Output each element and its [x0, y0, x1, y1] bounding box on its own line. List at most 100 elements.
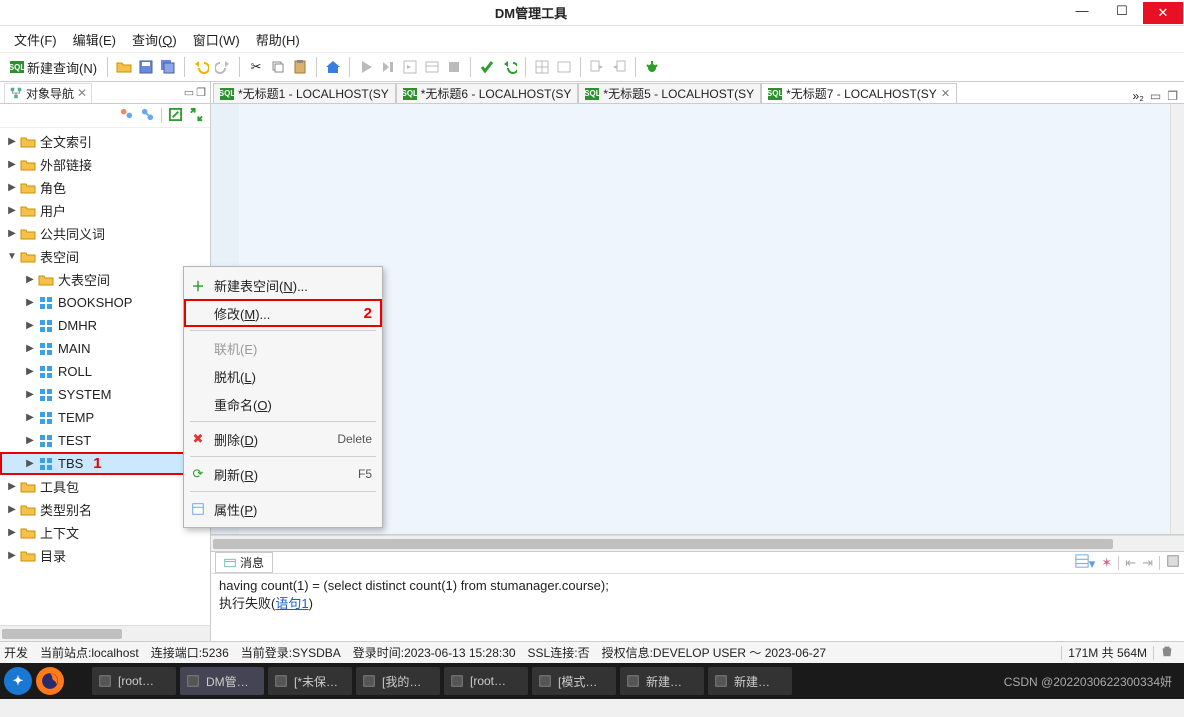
new-query-button[interactable]: SQL 新建查询(N) — [6, 58, 101, 77]
maximize-button[interactable]: ☐ — [1103, 2, 1141, 20]
twisty-icon[interactable]: ▶ — [24, 297, 36, 308]
message-tab[interactable]: 消息 — [215, 552, 273, 573]
taskbar-item[interactable]: 新建… — [708, 667, 792, 695]
close-icon[interactable]: ✕ — [941, 87, 950, 100]
msg-clear-icon[interactable]: ✶ — [1101, 555, 1112, 571]
min-editor-icon[interactable]: ▭ — [1150, 89, 1161, 103]
tree-item[interactable]: ▶MAIN — [0, 337, 210, 360]
twisty-icon[interactable]: ▶ — [24, 435, 36, 446]
tree-item[interactable]: ▶TBS1 — [0, 452, 210, 475]
restore-panel-icon[interactable]: ❐ — [196, 86, 206, 99]
commit-icon[interactable] — [477, 56, 497, 78]
close-button[interactable]: ✕ — [1143, 2, 1183, 24]
run-step-icon[interactable] — [378, 56, 398, 78]
twisty-icon[interactable]: ▶ — [24, 412, 36, 423]
twisty-icon[interactable]: ▶ — [6, 228, 18, 239]
editor-tab[interactable]: SQL*无标题6 - LOCALHOST(SY — [396, 83, 579, 103]
tree-item[interactable]: ▶上下文 — [0, 521, 210, 544]
tree-item[interactable]: ▶大表空间 — [0, 268, 210, 291]
export-icon[interactable] — [587, 56, 607, 78]
stop-icon[interactable] — [444, 56, 464, 78]
nav-tab[interactable]: 对象导航 ✕ — [4, 83, 92, 103]
tree-item[interactable]: ▶TEST — [0, 429, 210, 452]
ctx-properties[interactable]: 属性(P) — [184, 495, 382, 523]
twisty-icon[interactable]: ▶ — [24, 389, 36, 400]
tree-item[interactable]: ▶DMHR — [0, 314, 210, 337]
firefox-icon[interactable] — [36, 667, 64, 695]
tree-item[interactable]: ▶类型别名 — [0, 498, 210, 521]
editor-tab[interactable]: SQL*无标题5 - LOCALHOST(SY — [578, 83, 761, 103]
object-tree[interactable]: ▶全文索引▶外部链接▶角色▶用户▶公共同义词▼表空间▶大表空间▶BOOKSHOP… — [0, 128, 210, 625]
tree-item[interactable]: ▶全文索引 — [0, 130, 210, 153]
twisty-icon[interactable]: ▶ — [24, 320, 36, 331]
copy-icon[interactable] — [268, 56, 288, 78]
cut-icon[interactable]: ✂ — [246, 56, 266, 78]
twisty-icon[interactable]: ▼ — [6, 251, 18, 262]
tree-item[interactable]: ▶TEMP — [0, 406, 210, 429]
minimize-panel-icon[interactable]: ▭ — [184, 86, 194, 99]
ctx-modify[interactable]: 修改(M)... 2 — [184, 299, 382, 327]
message-body[interactable]: having count(1) = (select distinct count… — [211, 574, 1184, 641]
undo-icon[interactable] — [191, 56, 211, 78]
tree-item[interactable]: ▶角色 — [0, 176, 210, 199]
run-icon[interactable] — [356, 56, 376, 78]
msg-save-icon[interactable] — [1166, 554, 1180, 571]
tree-item[interactable]: ▶目录 — [0, 544, 210, 567]
save-icon[interactable] — [136, 56, 156, 78]
import-icon[interactable] — [609, 56, 629, 78]
taskbar-item[interactable]: [我的… — [356, 667, 440, 695]
taskbar-item[interactable]: DM管… — [180, 667, 264, 695]
ctx-offline[interactable]: 脱机(L) — [184, 362, 382, 390]
max-editor-icon[interactable]: ❐ — [1167, 89, 1178, 103]
ctx-new-tablespace[interactable]: ＋ 新建表空间(N)... — [184, 271, 382, 299]
twisty-icon[interactable]: ▶ — [6, 182, 18, 193]
redo-icon[interactable] — [213, 56, 233, 78]
taskbar-item[interactable]: [模式… — [532, 667, 616, 695]
open-icon[interactable] — [114, 56, 134, 78]
tree-item[interactable]: ▶公共同义词 — [0, 222, 210, 245]
editor-vscroll[interactable] — [1170, 104, 1184, 534]
tree-item[interactable]: ▶SYSTEM — [0, 383, 210, 406]
more-tabs-icon[interactable]: »₂ — [1133, 89, 1144, 103]
menu-edit[interactable]: 编辑(E) — [67, 28, 122, 51]
edit-icon[interactable] — [168, 107, 183, 125]
start-button[interactable]: ✦ — [4, 667, 32, 695]
grid-icon[interactable] — [532, 56, 552, 78]
tree-item[interactable]: ▶工具包 — [0, 475, 210, 498]
ctx-refresh[interactable]: ⟳ 刷新(R) F5 — [184, 460, 382, 488]
twisty-icon[interactable]: ▶ — [24, 274, 36, 285]
save-all-icon[interactable] — [158, 56, 178, 78]
tree-item[interactable]: ▶BOOKSHOP — [0, 291, 210, 314]
menu-window[interactable]: 窗口(W) — [187, 28, 246, 51]
debug-icon[interactable] — [642, 56, 662, 78]
ctx-delete[interactable]: ✖ 删除(D) Delete — [184, 425, 382, 453]
msg-prev-icon[interactable]: ⇤ — [1125, 555, 1136, 571]
twisty-icon[interactable]: ▶ — [6, 136, 18, 147]
taskbar-item[interactable]: 新建… — [620, 667, 704, 695]
twisty-icon[interactable]: ▶ — [6, 481, 18, 492]
taskbar-item[interactable]: [root… — [92, 667, 176, 695]
plan-icon[interactable] — [554, 56, 574, 78]
editor-tab[interactable]: SQL*无标题1 - LOCALHOST(SY — [213, 83, 396, 103]
menu-help[interactable]: 帮助(H) — [250, 28, 306, 51]
nav-tab-close-icon[interactable]: ✕ — [77, 86, 87, 100]
tree-item[interactable]: ▶ROLL — [0, 360, 210, 383]
twisty-icon[interactable]: ▶ — [24, 343, 36, 354]
minimize-button[interactable]: — — [1063, 2, 1101, 20]
link-icon[interactable] — [140, 107, 155, 125]
tree-item[interactable]: ▶用户 — [0, 199, 210, 222]
twisty-icon[interactable]: ▶ — [6, 159, 18, 170]
menu-query[interactable]: 查询(Q) — [126, 28, 183, 51]
filter-icon[interactable] — [119, 107, 134, 125]
msg-next-icon[interactable]: ⇥ — [1142, 555, 1153, 571]
expand-icon[interactable] — [189, 107, 204, 125]
editor-tab[interactable]: SQL*无标题7 - LOCALHOST(SY✕ — [761, 83, 957, 103]
tree-item[interactable]: ▼表空间 — [0, 245, 210, 268]
error-link[interactable]: 语句1 — [275, 596, 308, 611]
results-icon[interactable] — [422, 56, 442, 78]
msg-grid-icon[interactable]: ▾ — [1075, 554, 1096, 572]
paste-icon[interactable] — [290, 56, 310, 78]
taskbar-item[interactable]: [root… — [444, 667, 528, 695]
tree-item[interactable]: ▶外部链接 — [0, 153, 210, 176]
run-script-icon[interactable] — [400, 56, 420, 78]
